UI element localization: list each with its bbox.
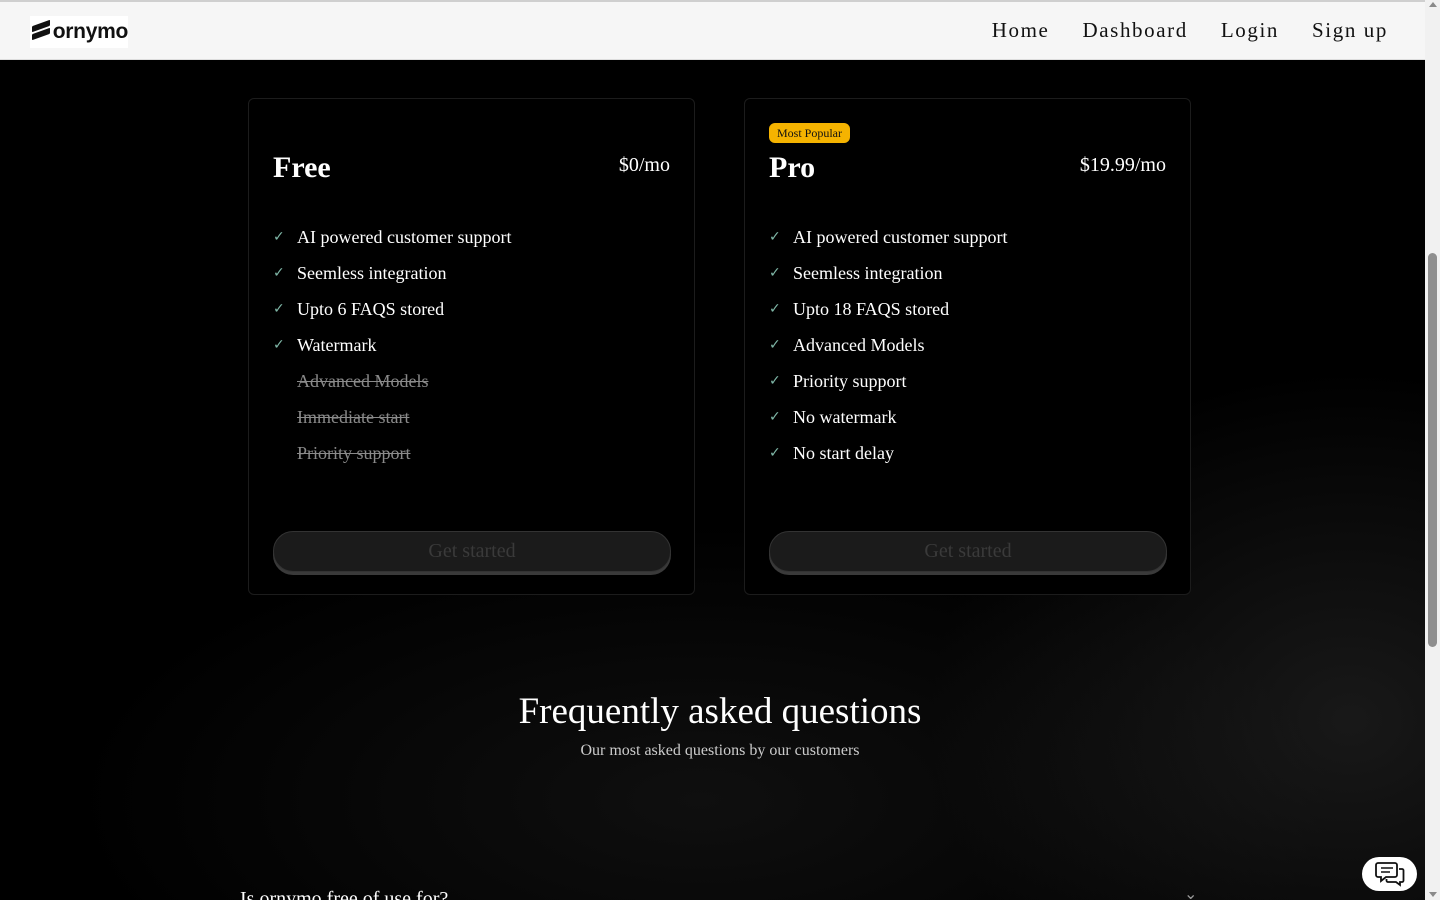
check-icon: ✓ bbox=[273, 229, 285, 245]
feature-item-excluded: ✓Advanced Models bbox=[297, 370, 429, 391]
feature-item-excluded: ✓Priority support bbox=[297, 442, 411, 463]
chat-bubbles-icon bbox=[1374, 862, 1404, 887]
get-started-free-button[interactable]: Get started bbox=[273, 531, 671, 572]
faq-title: Frequently asked questions bbox=[518, 691, 922, 732]
chat-button[interactable] bbox=[1362, 857, 1417, 891]
faq-subtitle: Our most asked questions by our customer… bbox=[580, 742, 860, 759]
feature-item: ✓ Seemless integration bbox=[273, 262, 447, 283]
navbar: ornymo Home Dashboard Login Sign up bbox=[0, 0, 1425, 60]
nav-link-dashboard[interactable]: Dashboard bbox=[1082, 18, 1187, 43]
logo-icon bbox=[32, 19, 50, 44]
pricing-card-free: Free $0/mo ✓ AI powered customer support … bbox=[248, 98, 695, 595]
check-icon: ✓ bbox=[273, 265, 285, 281]
check-icon: ✓ bbox=[769, 373, 781, 389]
feature-list: ✓ AI powered customer support ✓ Seemless i… bbox=[273, 219, 511, 471]
feature-item: ✓ Seemless integration bbox=[769, 262, 943, 283]
plan-name: Pro bbox=[769, 151, 816, 184]
scroll-down-arrow-icon[interactable] bbox=[1429, 892, 1437, 897]
nav-links: Home Dashboard Login Sign up bbox=[992, 18, 1388, 43]
plan-price: $0/mo bbox=[618, 154, 670, 176]
logo-text: ornymo bbox=[52, 20, 129, 43]
faq-question[interactable]: Is ornymo free of use for? bbox=[240, 888, 448, 900]
check-icon: ✓ bbox=[769, 445, 781, 461]
nav-link-signup[interactable]: Sign up bbox=[1312, 18, 1388, 43]
feature-list: ✓ AI powered customer support ✓ Seemless i… bbox=[769, 219, 1007, 471]
logo[interactable]: ornymo bbox=[30, 16, 128, 48]
feature-item: ✓ Priority support bbox=[769, 370, 907, 391]
feature-item: ✓ No watermark bbox=[769, 406, 897, 427]
plan-name: Free bbox=[273, 151, 331, 184]
check-icon: ✓ bbox=[769, 265, 781, 281]
check-icon: ✓ bbox=[769, 229, 781, 245]
check-icon: ✓ bbox=[273, 337, 285, 353]
check-icon: ✓ bbox=[769, 409, 781, 425]
feature-item: ✓ AI powered customer support bbox=[769, 226, 1008, 247]
check-icon: ✓ bbox=[769, 337, 781, 353]
feature-item: ✓ Upto 6 FAQS stored bbox=[273, 298, 445, 319]
nav-link-home[interactable]: Home bbox=[992, 18, 1050, 43]
scrollbar[interactable] bbox=[1425, 0, 1440, 900]
feature-item: ✓ AI powered customer support bbox=[273, 226, 512, 247]
page: ornymo Home Dashboard Login Sign up Free… bbox=[0, 0, 1425, 900]
pricing-card-pro: Most Popular Pro $19.99/mo ✓ AI powered c… bbox=[744, 98, 1191, 595]
check-icon: ✓ bbox=[769, 301, 781, 317]
get-started-pro-button[interactable]: Get started bbox=[769, 531, 1167, 572]
scroll-up-arrow-icon[interactable] bbox=[1429, 2, 1437, 7]
feature-item: ✓ Upto 18 FAQS stored bbox=[769, 298, 950, 319]
scrollbar-thumb[interactable] bbox=[1428, 253, 1437, 647]
nav-link-login[interactable]: Login bbox=[1221, 18, 1279, 43]
plan-price: $19.99/mo bbox=[1079, 154, 1166, 176]
check-icon: ✓ bbox=[273, 301, 285, 317]
chevron-down-icon[interactable]: ⌄ bbox=[1184, 884, 1197, 900]
feature-item: ✓ Watermark bbox=[273, 334, 377, 355]
feature-item: ✓ Advanced Models bbox=[769, 334, 925, 355]
feature-item: ✓ No start delay bbox=[769, 442, 894, 463]
most-popular-badge: Most Popular bbox=[769, 123, 851, 143]
feature-item-excluded: ✓Immediate start bbox=[297, 406, 410, 427]
